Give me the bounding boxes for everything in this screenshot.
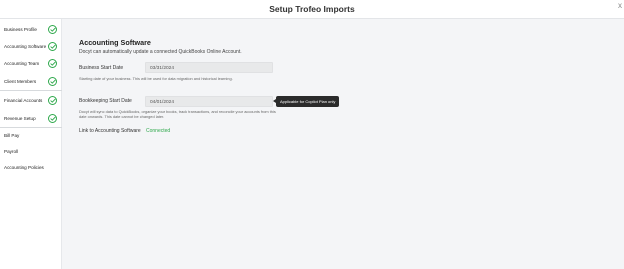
sidebar-item-payroll[interactable]: Payroll bbox=[0, 146, 62, 160]
sidebar-item-accounting-team[interactable]: Accounting Team bbox=[0, 58, 62, 72]
sidebar-divider bbox=[0, 127, 62, 128]
sidebar-item-label: Payroll bbox=[4, 149, 19, 154]
bookkeeping-start-date-help: Docyt will sync data to QuickBooks, orga… bbox=[79, 109, 276, 120]
connection-status: Connected bbox=[146, 128, 171, 134]
sidebar-item-label: Client Members bbox=[4, 79, 37, 84]
check-circle-icon bbox=[48, 25, 57, 34]
tooltip-text: Applicable for Copilot Plan only bbox=[280, 99, 336, 104]
sidebar-item-client-members[interactable]: Client Members bbox=[0, 76, 62, 90]
sidebar-item-business-profile[interactable]: Business Profile bbox=[0, 24, 62, 38]
top-bar: Setup Trofeo Imports x bbox=[0, 0, 624, 19]
page-header-title: Setup Trofeo Imports bbox=[269, 4, 355, 14]
bookkeeping-start-date-field[interactable]: 04/01/2024 bbox=[145, 96, 273, 107]
sidebar-item-bill-pay[interactable]: Bill Pay bbox=[0, 130, 62, 144]
sidebar-item-label: Accounting Software bbox=[4, 44, 47, 49]
sidebar-item-financial-accounts[interactable]: Financial Accounts bbox=[0, 95, 62, 109]
sidebar-item-label: Accounting Policies bbox=[4, 165, 44, 170]
check-circle-icon bbox=[48, 77, 57, 86]
check-circle-icon bbox=[48, 42, 57, 51]
sidebar-item-label: Business Profile bbox=[4, 27, 37, 32]
business-start-date-value: 03/31/2024 bbox=[150, 65, 175, 71]
business-start-date-help: Starting date of your business. This wil… bbox=[79, 76, 233, 81]
sidebar-divider bbox=[0, 90, 62, 91]
check-circle-icon bbox=[48, 114, 57, 123]
main-content: Accounting Software Docyt can automatica… bbox=[63, 20, 624, 269]
check-circle-icon bbox=[48, 96, 57, 105]
copilot-plan-tooltip: Applicable for Copilot Plan only bbox=[273, 96, 339, 107]
close-icon[interactable]: x bbox=[618, 2, 622, 10]
sidebar-item-label: Bill Pay bbox=[4, 133, 20, 138]
business-start-date-label: Business Start Date bbox=[79, 65, 124, 71]
sidebar-item-label: Financial Accounts bbox=[4, 98, 43, 103]
sidebar-item-accounting-policies[interactable]: Accounting Policies bbox=[0, 162, 62, 176]
link-accounting-software-label: Link to Accounting Software bbox=[79, 128, 141, 134]
sidebar-item-label: Revenue Setup bbox=[4, 116, 36, 121]
page-subtitle: Docyt can automatically update a connect… bbox=[79, 49, 242, 55]
setup-sidebar: Business Profile Accounting Software Acc… bbox=[0, 19, 62, 269]
check-circle-icon bbox=[48, 59, 57, 68]
sidebar-item-label: Accounting Team bbox=[4, 61, 40, 66]
sidebar-item-revenue-setup[interactable]: Revenue Setup bbox=[0, 113, 62, 127]
bookkeeping-start-date-value: 04/01/2024 bbox=[150, 99, 175, 105]
sidebar-item-accounting-software[interactable]: Accounting Software bbox=[0, 41, 62, 55]
bookkeeping-start-date-label: Bookkeeping Start Date bbox=[79, 98, 132, 104]
business-start-date-field[interactable]: 03/31/2024 bbox=[145, 62, 273, 73]
page-title: Accounting Software bbox=[79, 38, 151, 47]
